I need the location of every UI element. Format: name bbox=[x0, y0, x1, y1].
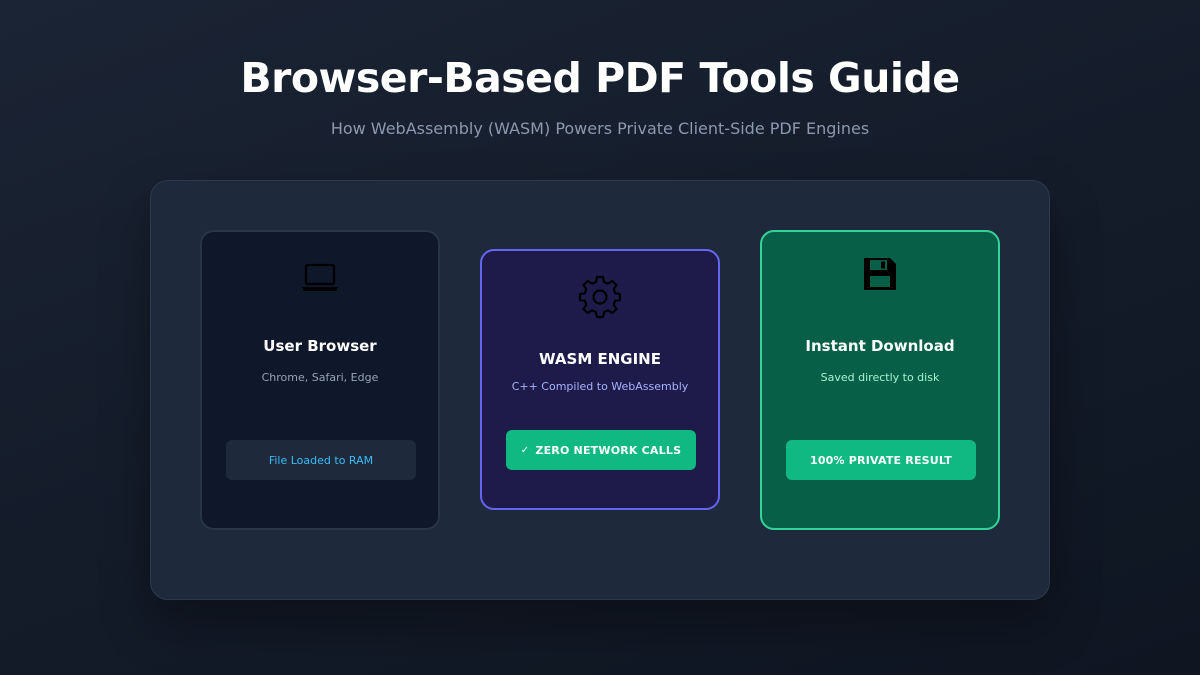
private-result-label: 100% PRIVATE RESULT bbox=[809, 453, 953, 467]
instant-download-description: Saved directly to disk bbox=[820, 371, 940, 384]
page-title: Browser-Based PDF Tools Guide bbox=[240, 54, 960, 102]
user-browser-card: User Browser Chrome, Safari, Edge File L… bbox=[200, 230, 440, 530]
user-browser-title: User Browser bbox=[263, 337, 377, 355]
instant-download-card: Instant Download Saved directly to disk … bbox=[760, 230, 1000, 530]
checkmark-icon: ✓ bbox=[520, 444, 530, 456]
floppy-disk-icon bbox=[762, 256, 998, 292]
zero-network-calls-label: ZERO NETWORK CALLS bbox=[535, 443, 682, 457]
private-result-badge: 100% PRIVATE RESULT bbox=[786, 440, 976, 480]
file-loaded-badge: File Loaded to RAM bbox=[226, 440, 416, 480]
page-subtitle: How WebAssembly (WASM) Powers Private Cl… bbox=[330, 119, 870, 138]
user-browser-description: Chrome, Safari, Edge bbox=[261, 371, 379, 384]
laptop-icon bbox=[202, 262, 438, 294]
wasm-engine-description: C++ Compiled to WebAssembly bbox=[511, 380, 689, 393]
file-loaded-label: File Loaded to RAM bbox=[268, 453, 374, 467]
gear-icon bbox=[482, 273, 718, 319]
wasm-engine-title: WASM ENGINE bbox=[539, 350, 661, 368]
zero-network-calls-badge: ✓ ZERO NETWORK CALLS bbox=[506, 430, 696, 470]
wasm-engine-card: WASM ENGINE C++ Compiled to WebAssembly … bbox=[480, 249, 720, 510]
instant-download-title: Instant Download bbox=[805, 337, 955, 355]
